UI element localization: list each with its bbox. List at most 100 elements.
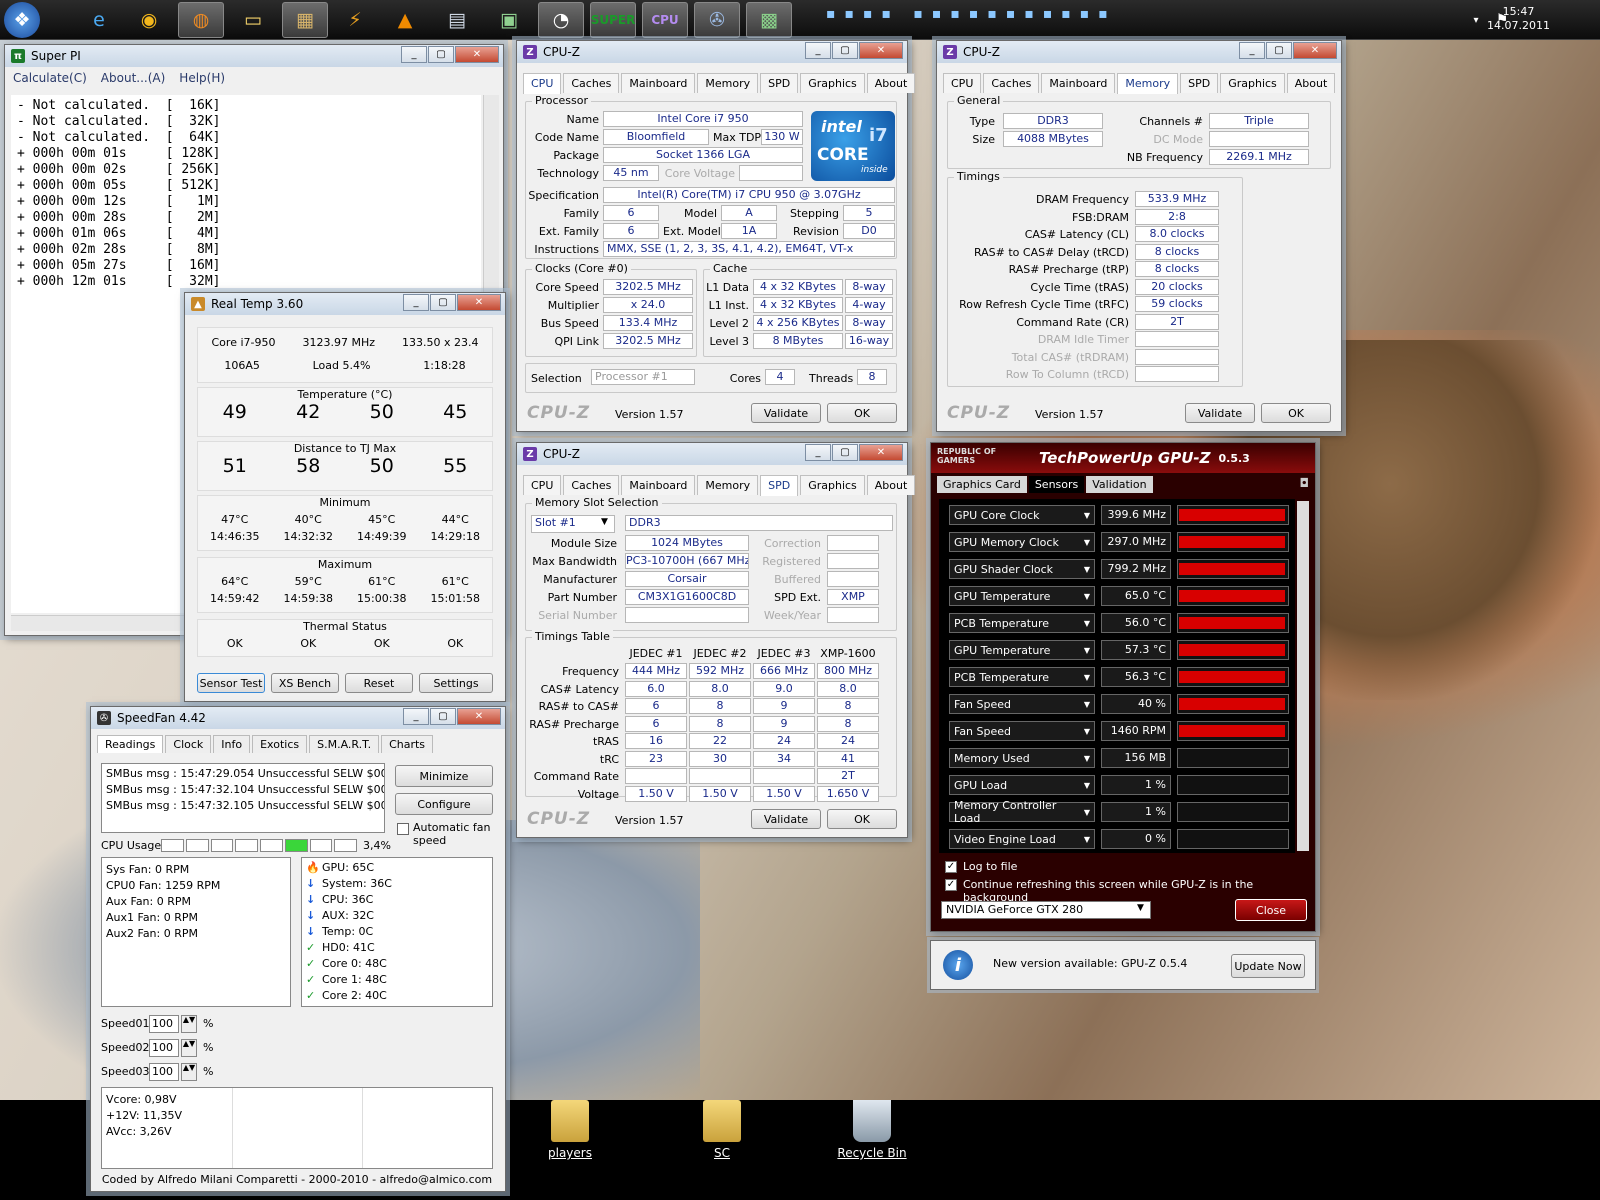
autofan-checkbox[interactable] [397, 823, 409, 835]
sensor-name-select[interactable]: GPU Temperature [949, 586, 1095, 606]
tab-spd[interactable]: SPD [760, 475, 799, 496]
close-button[interactable]: ✕ [457, 294, 501, 311]
tab-readings[interactable]: Readings [97, 735, 164, 753]
tab-about[interactable]: About [866, 475, 916, 495]
maximize-button[interactable]: ▢ [832, 444, 858, 461]
menu-about[interactable]: About...(A) [101, 71, 166, 85]
taskbar-superpi-tool-icon[interactable]: ▦ [282, 2, 328, 38]
tab-graphics[interactable]: Graphics [800, 475, 865, 495]
minimize-button[interactable]: _ [1239, 42, 1265, 59]
taskbar-tool-icon[interactable]: ⚡ [332, 2, 378, 38]
minimize-button[interactable]: _ [403, 708, 429, 725]
sensor-name-select[interactable]: Video Engine Load [949, 829, 1095, 849]
tab-memory[interactable]: Memory [697, 475, 759, 495]
ok-button[interactable]: OK [1261, 403, 1331, 423]
superpi-titlebar[interactable]: π Super PI _ ▢ ✕ [5, 45, 503, 67]
vertical-scrollbar[interactable] [1297, 501, 1309, 851]
close-button[interactable]: ✕ [859, 444, 903, 461]
desktop-icon-players[interactable]: players [530, 1100, 610, 1160]
close-button[interactable]: ✕ [457, 708, 501, 725]
tab-cpu[interactable]: CPU [943, 73, 982, 93]
desktop-icon-recycle-bin[interactable]: Recycle Bin [832, 1100, 912, 1160]
minimize-app-button[interactable]: Minimize [395, 765, 493, 787]
tab-caches[interactable]: Caches [983, 73, 1040, 93]
cpuz-titlebar[interactable]: Z CPU-Z _ ▢ ✕ [517, 41, 907, 63]
xs-bench-button[interactable]: XS Bench [271, 673, 339, 693]
speed-spinner-icon[interactable]: ▲▼ [181, 1039, 197, 1057]
maximize-button[interactable]: ▢ [1266, 42, 1292, 59]
tab-info[interactable]: Info [213, 735, 251, 753]
tab-about[interactable]: About [866, 73, 916, 93]
settings-button[interactable]: Settings [419, 673, 493, 693]
taskbar-monitor-icon[interactable]: ▣ [486, 2, 532, 38]
sensor-name-select[interactable]: GPU Temperature [949, 640, 1095, 660]
tab-clock[interactable]: Clock [165, 735, 212, 753]
update-now-button[interactable]: Update Now [1231, 954, 1305, 978]
refresh-checkbox[interactable]: ✓ [945, 879, 957, 891]
tab-caches[interactable]: Caches [563, 475, 620, 495]
taskbar-calculator-icon[interactable]: ▤ [434, 2, 480, 38]
taskbar-speedfan-icon[interactable]: ✇ [694, 2, 740, 38]
tray-expand-icon[interactable]: ▾ [1466, 2, 1486, 38]
close-button[interactable]: ✕ [1293, 42, 1337, 59]
speed-spinner-icon[interactable]: ▲▼ [181, 1063, 197, 1081]
tab-memory[interactable]: Memory [697, 73, 759, 93]
taskbar-gpuz-icon[interactable]: ▩ [746, 2, 792, 38]
speed-input[interactable]: 100 [149, 1063, 179, 1081]
start-button[interactable]: ❖ [4, 2, 40, 38]
speedfan-titlebar[interactable]: ✇ SpeedFan 4.42 _ ▢ ✕ [91, 707, 505, 729]
taskbar-clock[interactable]: 15:47 14.07.2011 [1487, 5, 1550, 33]
cpuz-titlebar[interactable]: Z CPU-Z _ ▢ ✕ [517, 443, 907, 465]
tab-exotics[interactable]: Exotics [252, 735, 308, 753]
tab-graphics[interactable]: Graphics [800, 73, 865, 93]
minimize-button[interactable]: _ [805, 444, 831, 461]
menu-calculate[interactable]: Calculate(C) [13, 71, 87, 85]
sensor-name-select[interactable]: GPU Core Clock [949, 505, 1095, 525]
card-select[interactable]: NVIDIA GeForce GTX 280 [941, 901, 1151, 919]
speed-input[interactable]: 100 [149, 1015, 179, 1033]
taskbar-ie-icon[interactable]: e [76, 2, 122, 38]
reset-button[interactable]: Reset [345, 673, 413, 693]
taskbar-firefox-icon[interactable]: ◍ [178, 2, 224, 38]
taskbar-chrome-icon[interactable]: ◉ [126, 2, 172, 38]
maximize-button[interactable]: ▢ [428, 46, 454, 63]
maximize-button[interactable]: ▢ [430, 294, 456, 311]
validate-button[interactable]: Validate [751, 809, 821, 829]
maximize-button[interactable]: ▢ [832, 42, 858, 59]
sensor-name-select[interactable]: PCB Temperature [949, 667, 1095, 687]
validate-button[interactable]: Validate [751, 403, 821, 423]
taskbar-superpi-icon[interactable]: SUPER [590, 2, 636, 38]
taskbar-explorer-icon[interactable]: ▭ [230, 2, 276, 38]
taskbar-vlc-icon[interactable]: ▲ [382, 2, 428, 38]
sensor-name-select[interactable]: Fan Speed [949, 721, 1095, 741]
close-button[interactable]: ✕ [859, 42, 903, 59]
logfile-checkbox[interactable]: ✓ [945, 861, 957, 873]
tab-sensors[interactable]: Sensors [1028, 476, 1085, 493]
tab-graphics[interactable]: Graphics [1220, 73, 1285, 93]
minimize-button[interactable]: _ [403, 294, 429, 311]
maximize-button[interactable]: ▢ [430, 708, 456, 725]
sensor-name-select[interactable]: Memory Controller Load [949, 799, 1095, 825]
tab-smart[interactable]: S.M.A.R.T. [309, 735, 380, 753]
tab-mainboard[interactable]: Mainboard [1041, 73, 1116, 93]
ok-button[interactable]: OK [827, 403, 897, 423]
configure-button[interactable]: Configure [395, 793, 493, 815]
tab-about[interactable]: About [1286, 73, 1336, 93]
tab-spd[interactable]: SPD [760, 73, 799, 93]
minimize-button[interactable]: _ [805, 42, 831, 59]
tab-mainboard[interactable]: Mainboard [621, 475, 696, 495]
close-button[interactable]: ✕ [455, 46, 499, 63]
tab-caches[interactable]: Caches [563, 73, 620, 93]
sensor-name-select[interactable]: Fan Speed [949, 694, 1095, 714]
desktop-icon-sc[interactable]: SC [682, 1100, 762, 1160]
sensor-name-select[interactable]: PCB Temperature [949, 613, 1095, 633]
processor-select[interactable]: Processor #1 [591, 369, 695, 385]
tab-spd[interactable]: SPD [1180, 73, 1219, 93]
close-gpuz-button[interactable]: Close [1235, 899, 1307, 921]
ok-button[interactable]: OK [827, 809, 897, 829]
taskbar-cpuz-icon[interactable]: CPU [642, 2, 688, 38]
tab-charts[interactable]: Charts [381, 735, 434, 753]
sensor-test-button[interactable]: Sensor Test [197, 673, 265, 693]
sensor-name-select[interactable]: GPU Load [949, 775, 1095, 795]
sensor-name-select[interactable]: GPU Memory Clock [949, 532, 1095, 552]
